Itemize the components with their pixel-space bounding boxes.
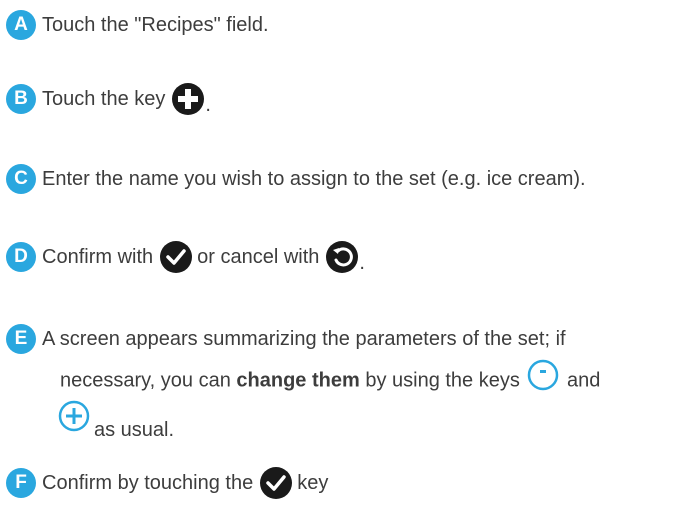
step-e-bold-text: change them xyxy=(236,369,360,392)
back-circle-icon xyxy=(326,241,359,273)
step-e-line2-after: by using the keys xyxy=(365,369,520,392)
step-badge-d: D xyxy=(6,242,36,272)
step-badge-e: E xyxy=(6,324,36,354)
minus-outline-icon xyxy=(528,359,559,391)
step-e-line3: as usual. xyxy=(58,400,174,441)
step-d-text-after: . xyxy=(359,252,365,274)
step-e-line2-end: and xyxy=(566,369,601,392)
step-d-text-middle: or cancel with xyxy=(197,246,320,268)
check-circle-icon xyxy=(260,467,293,499)
step-d-text-before: Confirm with xyxy=(42,246,154,268)
step-f: F Confirm by touching the key xyxy=(6,466,328,500)
plus-outline-icon xyxy=(58,400,90,432)
step-b-text-before: Touch the key xyxy=(42,88,166,110)
step-c: C Enter the name you wish to assign to t… xyxy=(6,164,586,194)
step-d: D Confirm with or cancel with . xyxy=(6,240,365,274)
step-e-line1: A screen appears summarizing the paramet… xyxy=(42,328,566,350)
plus-circle-icon xyxy=(172,83,205,115)
step-b: B Touch the key . xyxy=(6,82,211,116)
step-e-line2-before: necessary, you can xyxy=(60,369,231,392)
step-e-line3-text: as usual. xyxy=(94,419,175,441)
step-f-text-after: key xyxy=(297,472,329,494)
check-circle-icon xyxy=(160,241,193,273)
step-c-text: Enter the name you wish to assign to the… xyxy=(42,168,586,190)
step-b-text-after: . xyxy=(205,94,211,116)
step-a: A Touch the "Recipes" field. xyxy=(6,10,269,40)
step-badge-b: B xyxy=(6,84,36,114)
step-f-text-before: Confirm by touching the xyxy=(42,472,254,494)
step-e: E A screen appears summarizing the param… xyxy=(6,324,566,354)
step-badge-f: F xyxy=(6,468,36,498)
step-e-line2: necessary, you can change them by using … xyxy=(60,359,601,397)
step-badge-c: C xyxy=(6,164,36,194)
step-badge-a: A xyxy=(6,10,36,40)
step-a-text: Touch the "Recipes" field. xyxy=(42,14,269,36)
